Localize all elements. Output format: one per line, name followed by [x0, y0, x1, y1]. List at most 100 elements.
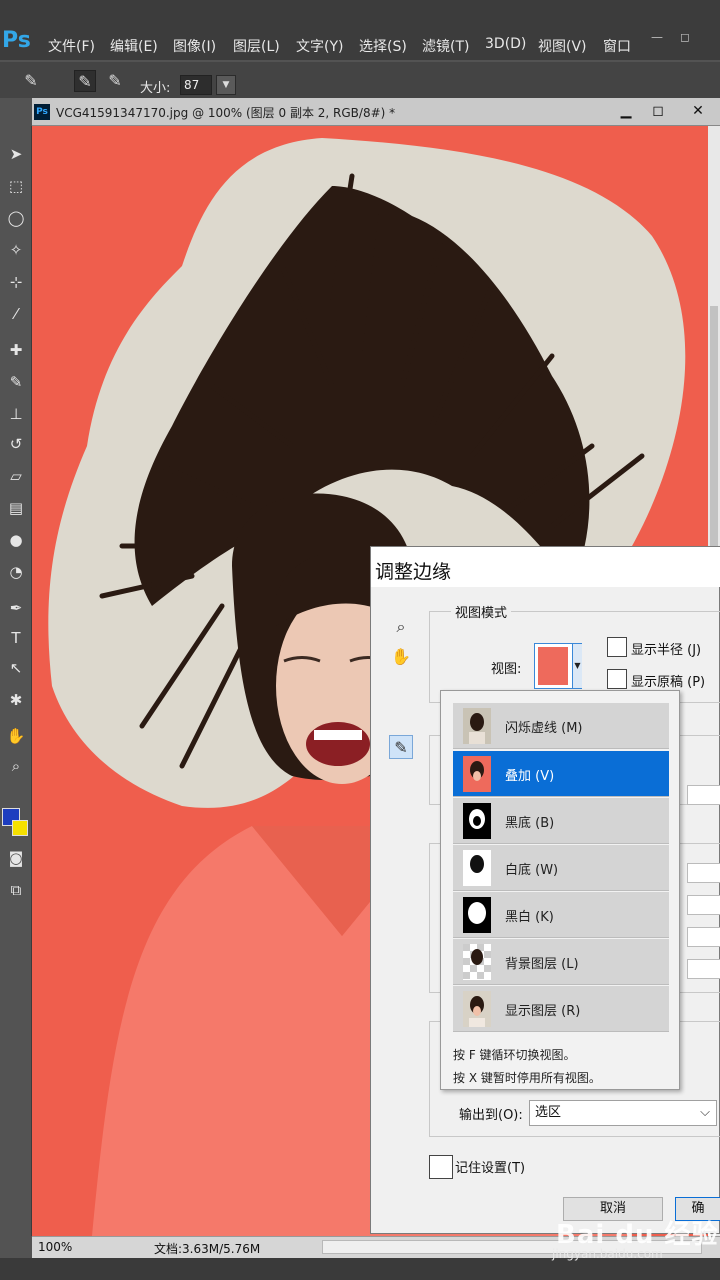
pen-tool-icon[interactable]: ✒ [4, 596, 28, 620]
view-option-label: 闪烁虚线 (M) [505, 721, 583, 736]
show-original-checkbox[interactable] [607, 669, 627, 689]
menu-filter[interactable]: 滤镜(T) [422, 36, 469, 56]
screen-mode-icon[interactable]: ⧉ [4, 878, 28, 902]
history-brush-tool-icon[interactable]: ↺ [4, 432, 28, 456]
minimize-document-button[interactable]: ▁ [610, 99, 642, 123]
menu-3d[interactable]: 3D(D) [485, 36, 526, 52]
reveal-layer-thumbnail [463, 991, 491, 1027]
close-document-button[interactable]: ✕ [682, 99, 714, 123]
view-mode-dropdown-arrow[interactable]: ▼ [572, 644, 582, 688]
menu-type[interactable]: 文字(Y) [296, 36, 343, 56]
show-radius-checkbox[interactable] [607, 637, 627, 657]
gradient-tool-icon[interactable]: ▤ [4, 496, 28, 520]
chevron-down-icon: ⌵ [700, 1105, 710, 1120]
slider-field[interactable] [687, 895, 720, 915]
menu-window[interactable]: 窗口 [603, 36, 631, 56]
view-option-marching-ants[interactable]: 闪烁虚线 (M) [453, 703, 669, 749]
quick-mask-icon[interactable]: ◙ [4, 846, 28, 870]
healing-tool-icon[interactable]: ✚ [4, 338, 28, 362]
show-radius-label: 显示半径 (J) [631, 643, 702, 658]
output-to-label: 输出到(O): [459, 1108, 523, 1123]
size-input[interactable]: 87 [180, 75, 212, 95]
maximize-app-button[interactable]: ◻ [672, 28, 698, 46]
view-option-label: 黑底 (B) [505, 816, 555, 831]
output-to-value: 选区 [535, 1105, 562, 1120]
view-option-black-and-white[interactable]: 黑白 (K) [453, 892, 669, 938]
menu-bar: Ps 文件(F) 编辑(E) 图像(I) 图层(L) 文字(Y) 选择(S) 滤… [0, 0, 720, 60]
refine-radius-icon[interactable]: ✎ [74, 70, 96, 92]
brush-preset-icon[interactable]: ✎ [20, 70, 42, 92]
marquee-tool-icon[interactable]: ⬚ [4, 174, 28, 198]
photoshop-logo: Ps [2, 28, 31, 53]
lasso-tool-icon[interactable]: ◯ [4, 206, 28, 230]
zoom-tool-icon[interactable]: ⌕ [389, 615, 413, 639]
marching-ants-thumbnail [463, 708, 491, 744]
view-option-label: 显示图层 (R) [505, 1004, 581, 1019]
view-option-label: 黑白 (K) [505, 910, 554, 925]
view-option-on-layers[interactable]: 背景图层 (L) [453, 939, 669, 985]
eyedropper-tool-icon[interactable]: ⁄ [4, 302, 28, 326]
view-option-on-black[interactable]: 黑底 (B) [453, 798, 669, 844]
view-option-reveal-layer[interactable]: 显示图层 (R) [453, 986, 669, 1032]
background-color-swatch[interactable] [12, 820, 28, 836]
dialog-titlebar[interactable]: 调整边缘 [371, 547, 720, 587]
eraser-tool-icon[interactable]: ▱ [4, 464, 28, 488]
view-mode-thumbnail [538, 647, 568, 685]
move-tool-icon[interactable]: ➤ [4, 142, 28, 166]
document-size-info: 文档:3.63M/5.76M [154, 1242, 261, 1256]
menu-edit[interactable]: 编辑(E) [110, 36, 158, 56]
view-option-label: 白底 (W) [505, 863, 559, 878]
minimize-app-button[interactable]: — [644, 28, 670, 46]
menu-select[interactable]: 选择(S) [359, 36, 407, 56]
crop-tool-icon[interactable]: ⊹ [4, 270, 28, 294]
hand-tool-icon[interactable]: ✋ [389, 645, 413, 669]
zoom-level-field[interactable]: 100% [38, 1240, 72, 1254]
view-hint-cycle: 按 F 键循环切换视图。 [453, 1048, 576, 1062]
baidu-jingyan-watermark: Bai du 经验 [556, 1220, 719, 1250]
erase-refinements-icon[interactable]: ✎ [104, 70, 126, 92]
stamp-tool-icon[interactable]: ⊥ [4, 402, 28, 426]
zoom-tool-icon[interactable]: ⌕ [4, 754, 28, 778]
output-to-select[interactable]: 选区 ⌵ [529, 1100, 717, 1126]
black-and-white-thumbnail [463, 897, 491, 933]
overlay-thumbnail [463, 756, 491, 792]
view-option-label: 背景图层 (L) [505, 957, 579, 972]
view-option-overlay[interactable]: 叠加 (V) [453, 751, 669, 797]
options-bar: ✎ ✎ ✎ 大小: 87 ▼ [0, 62, 720, 98]
slider-field[interactable] [687, 927, 720, 947]
view-label: 视图: [491, 662, 522, 677]
on-layers-thumbnail [463, 944, 491, 980]
dodge-tool-icon[interactable]: ◔ [4, 560, 28, 584]
menu-view[interactable]: 视图(V) [538, 36, 587, 56]
watermark-url: jingyan.baidu.com [552, 1247, 663, 1261]
view-option-on-white[interactable]: 白底 (W) [453, 845, 669, 891]
view-hint-disable: 按 X 键暂时停用所有视图。 [453, 1071, 601, 1085]
slider-field[interactable] [687, 785, 720, 805]
path-selection-tool-icon[interactable]: ↖ [4, 656, 28, 680]
size-dropdown-button[interactable]: ▼ [216, 75, 236, 95]
on-white-thumbnail [463, 850, 491, 886]
type-tool-icon[interactable]: T [4, 626, 28, 650]
blur-tool-icon[interactable]: ● [4, 528, 28, 552]
menu-file[interactable]: 文件(F) [48, 36, 95, 56]
dialog-title: 调整边缘 [375, 561, 452, 583]
slider-field[interactable] [687, 863, 720, 883]
tools-panel: ➤ ⬚ ◯ ✧ ⊹ ⁄ ✚ ✎ ⊥ ↺ ▱ ▤ ● ◔ ✒ T ↖ ✱ ✋ ⌕ … [0, 126, 32, 1236]
maximize-document-button[interactable]: ◻ [642, 99, 674, 123]
remember-settings-label: 记住设置(T) [455, 1161, 526, 1176]
brush-tool-icon[interactable]: ✎ [4, 370, 28, 394]
refine-radius-tool-icon[interactable]: ✎ [389, 735, 413, 759]
view-mode-popup: 闪烁虚线 (M) 叠加 (V) 黑底 (B) 白底 (W) 黑白 (K) 背景图… [440, 690, 680, 1090]
document-tab[interactable]: Ps VCG41591347170.jpg @ 100% (图层 0 副本 2,… [32, 98, 720, 126]
magic-wand-tool-icon[interactable]: ✧ [4, 238, 28, 262]
size-label: 大小: [140, 81, 171, 96]
remember-settings-checkbox[interactable] [429, 1155, 453, 1179]
view-mode-group-label: 视图模式 [451, 602, 512, 621]
menu-image[interactable]: 图像(I) [173, 36, 216, 56]
document-ps-icon: Ps [34, 104, 50, 120]
menu-layer[interactable]: 图层(L) [233, 36, 280, 56]
slider-field[interactable] [687, 959, 720, 979]
hand-tool-icon[interactable]: ✋ [4, 724, 28, 748]
shape-tool-icon[interactable]: ✱ [4, 688, 28, 712]
view-mode-picker[interactable]: ▼ [534, 643, 582, 689]
